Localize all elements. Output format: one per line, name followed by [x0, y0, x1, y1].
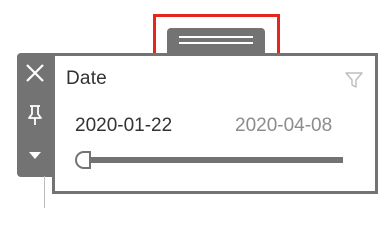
- pin-icon: [28, 105, 42, 125]
- dropdown-button[interactable]: [17, 137, 53, 173]
- filter-card: Date 2020-01-22 2020-04-08: [52, 53, 378, 194]
- range-start-handle[interactable]: [75, 151, 91, 169]
- date-filter-widget: Date 2020-01-22 2020-04-08: [0, 0, 386, 208]
- filter-title: Date: [66, 68, 107, 89]
- pin-button[interactable]: [17, 97, 53, 133]
- dropdown-icon: [29, 152, 41, 159]
- close-icon: [26, 64, 44, 82]
- card-toolbar: [17, 53, 53, 177]
- close-button[interactable]: [17, 55, 53, 91]
- range-start-date[interactable]: 2020-01-22: [75, 115, 172, 137]
- filter-funnel-icon[interactable]: [344, 70, 364, 90]
- leader-line: [44, 176, 45, 208]
- date-range-slider-track[interactable]: [79, 157, 343, 163]
- range-end-date[interactable]: 2020-04-08: [235, 115, 332, 137]
